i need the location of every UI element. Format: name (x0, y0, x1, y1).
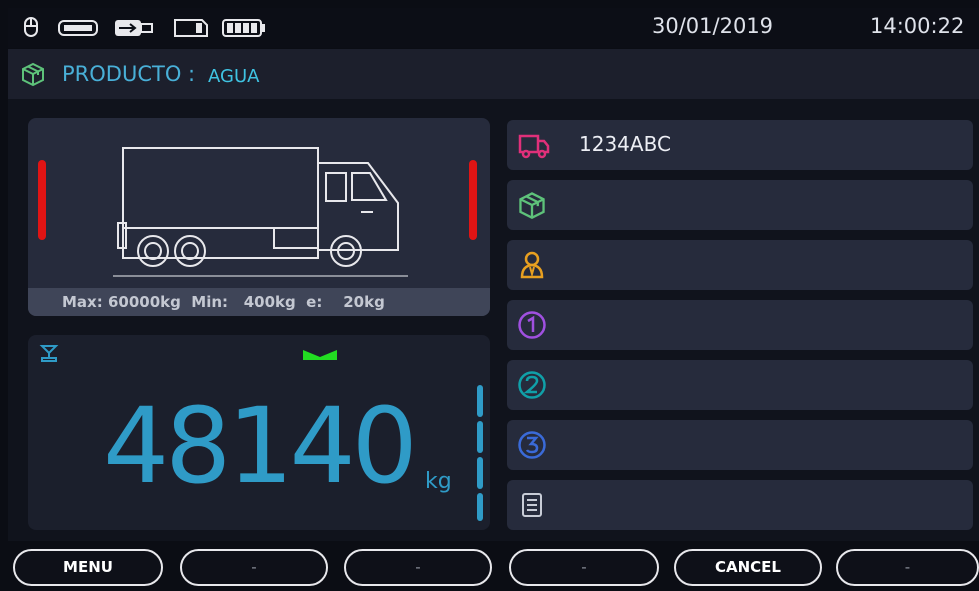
number-3-icon (517, 430, 547, 464)
driver-icon (517, 250, 547, 284)
left-axle-indicator (38, 160, 46, 240)
weight-panel: 48140 kg (28, 335, 490, 530)
usb-icon (114, 19, 154, 41)
weight-unit: kg (425, 469, 452, 494)
field-product[interactable] (507, 180, 973, 230)
truck-diagram-icon (113, 147, 408, 277)
weight-value: 48140 (103, 385, 418, 507)
cancel-button[interactable]: CANCEL (674, 549, 822, 586)
product-label: PRODUCTO : (62, 62, 196, 86)
field-code-2[interactable] (507, 360, 973, 410)
field-plate-value: 1234ABC (579, 132, 671, 156)
softkey-3-button[interactable]: - (344, 549, 492, 586)
status-bar: 30/01/2019 14:00:22 (8, 8, 979, 48)
product-box-icon (20, 61, 46, 91)
product-bar[interactable]: PRODUCTO : AGUA (8, 49, 979, 99)
softkey-6-button[interactable]: - (836, 549, 979, 586)
notes-icon (517, 490, 547, 524)
level-bar-segment (477, 493, 483, 521)
truck-icon (517, 130, 551, 164)
softkey-2-button[interactable]: - (180, 549, 328, 586)
time-display: 14:00:22 (870, 14, 965, 38)
stable-indicator-icon (303, 347, 337, 366)
field-plate[interactable]: 1234ABC (507, 120, 973, 170)
number-1-icon (517, 310, 547, 344)
product-value: AGUA (208, 66, 260, 87)
weight-limits: Max: 60000kg Min: 400kg e: 20kg (28, 288, 490, 316)
scale-icon (38, 343, 60, 367)
menu-button[interactable]: MENU (13, 549, 163, 586)
level-bar-segment (477, 385, 483, 417)
product-box-icon (517, 190, 547, 224)
right-axle-indicator (469, 160, 477, 240)
field-code-3[interactable] (507, 420, 973, 470)
level-bar-segment (477, 457, 483, 489)
softkey-4-button[interactable]: - (509, 549, 659, 586)
truck-panel: Max: 60000kg Min: 400kg e: 20kg (28, 118, 490, 316)
keyboard-icon (58, 20, 98, 40)
field-code-1[interactable] (507, 300, 973, 350)
level-bar-segment (477, 421, 483, 453)
battery-icon (222, 19, 266, 41)
sd-card-icon (174, 19, 208, 41)
field-notes[interactable] (507, 480, 973, 530)
mouse-icon (24, 17, 38, 41)
number-2-icon (517, 370, 547, 404)
date-display: 30/01/2019 (652, 14, 774, 38)
field-driver[interactable] (507, 240, 973, 290)
